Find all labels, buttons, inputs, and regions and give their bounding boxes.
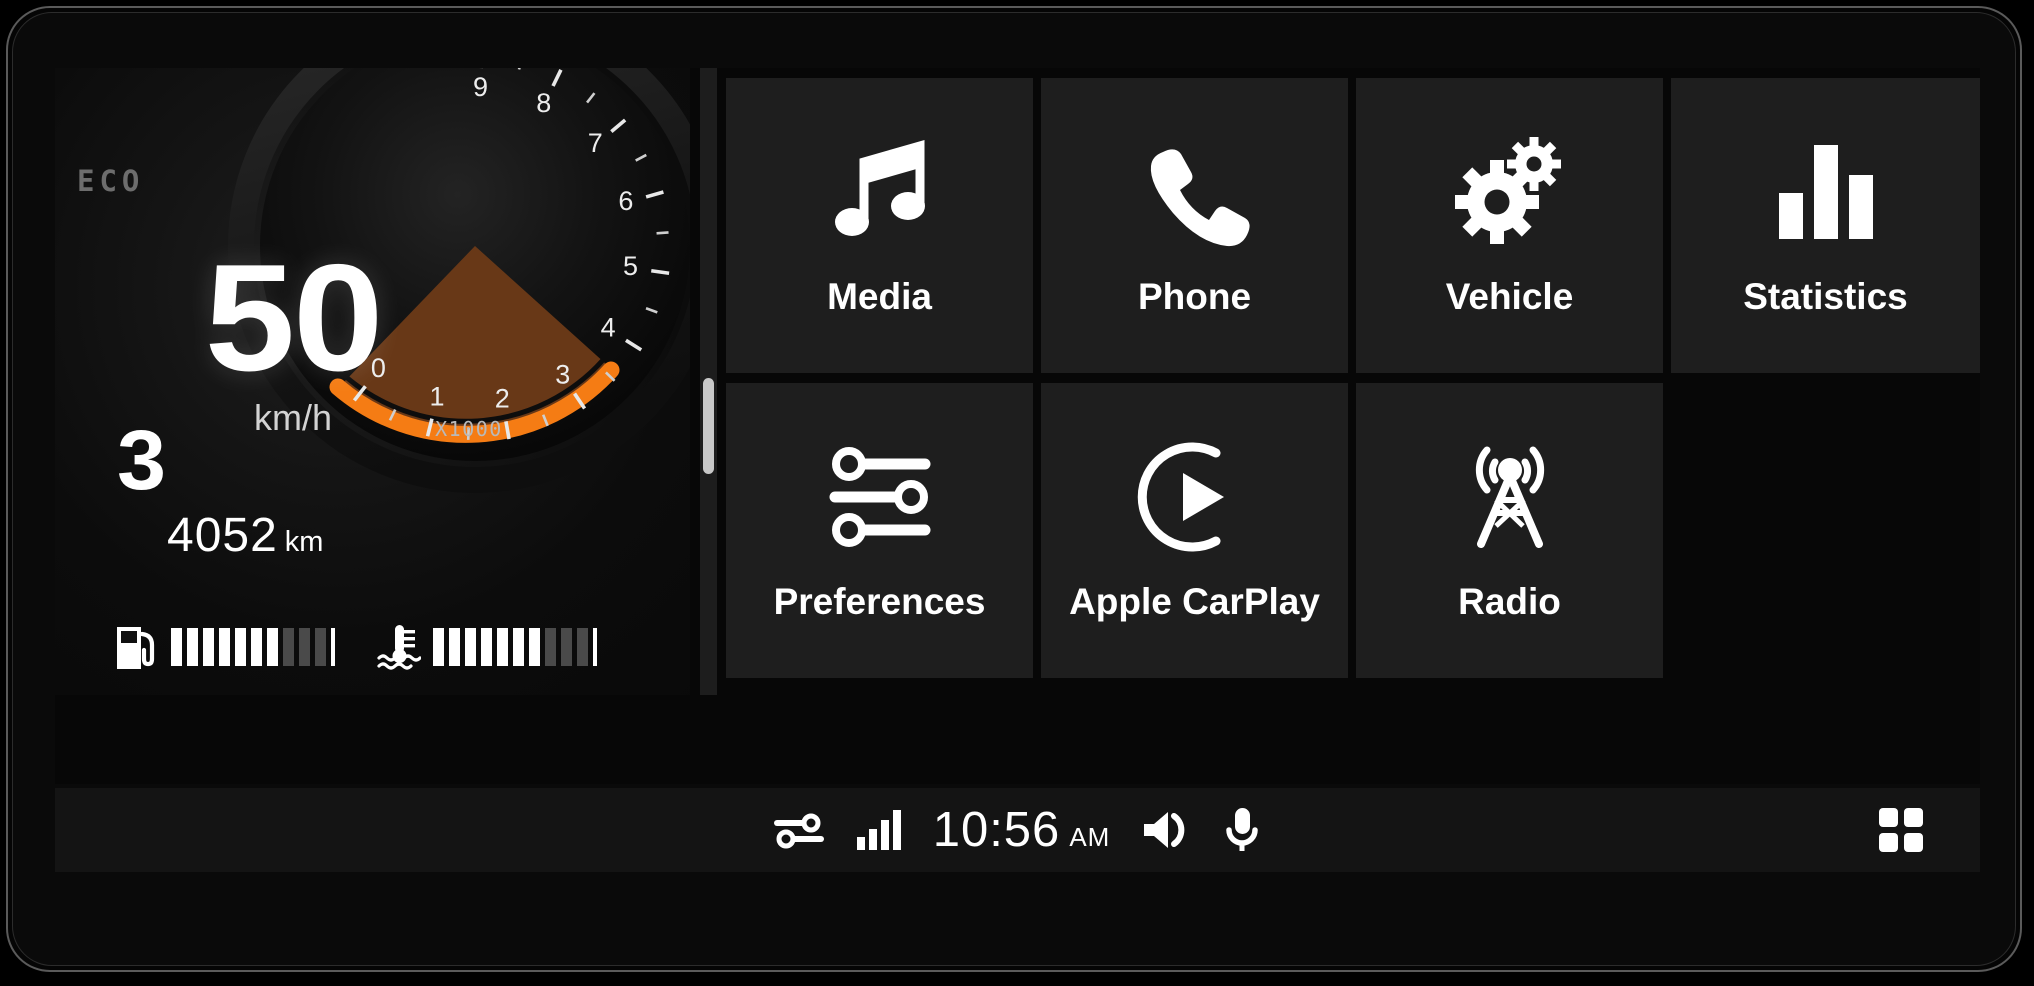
fuel-gauge: [115, 622, 335, 672]
gauge-bar-empty: [561, 628, 572, 666]
gauge-bar-filled: [481, 628, 492, 666]
signal-bars-icon: [855, 808, 903, 852]
gauge-bar-empty: [283, 628, 294, 666]
coolant-temp-icon: [377, 625, 421, 670]
gauge-bar-filled: [219, 628, 230, 666]
gauge-bar-filled: [267, 628, 278, 666]
tile-phone[interactable]: Phone: [1041, 78, 1348, 373]
speed-value: 50: [204, 233, 384, 403]
speed-readout: 50 km/h: [163, 242, 423, 439]
fuel-level-bars: [171, 628, 335, 666]
sliders-icon: [821, 427, 939, 567]
instrument-cluster: 0123456789 X1000 ECO 50 km/h 3 4052 km: [55, 68, 690, 695]
clock-time: 10:56: [932, 803, 1061, 857]
app-grid-icon[interactable]: [1878, 807, 1924, 853]
panel-divider: [690, 68, 726, 695]
gauge-bar-filled: [251, 628, 262, 666]
infotainment-device: 0123456789 X1000 ECO 50 km/h 3 4052 km M…: [0, 0, 2034, 986]
gauge-bar-empty: [299, 628, 310, 666]
carplay-play-icon: [1136, 427, 1254, 567]
gauge-bar-empty: [315, 628, 326, 666]
clock: 10:56 AM: [933, 802, 1111, 858]
eco-indicator: ECO: [77, 164, 145, 198]
gauge-end-tick: [593, 628, 597, 666]
scrollbar-thumb[interactable]: [703, 378, 714, 474]
speaker-volume-icon[interactable]: [1140, 807, 1192, 853]
tile-label: Radio: [1458, 581, 1561, 622]
gear-indicator: 3: [117, 413, 167, 507]
status-bar: 10:56 AM: [55, 788, 1980, 872]
tile-label: Media: [827, 276, 932, 317]
tile-media[interactable]: Media: [726, 78, 1033, 373]
microphone-icon[interactable]: [1222, 805, 1262, 855]
tile-preferences[interactable]: Preferences: [726, 383, 1033, 678]
tile-statistics[interactable]: Statistics: [1671, 78, 1980, 373]
status-bar-right-group: [1878, 788, 1924, 872]
gauge-bar-filled: [465, 628, 476, 666]
odometer-unit: km: [284, 526, 324, 558]
gauge-bar-filled: [203, 628, 214, 666]
status-bar-center-group: 10:56 AM: [55, 788, 1980, 872]
tile-label: Phone: [1137, 276, 1252, 317]
coolant-temp-bars: [433, 628, 597, 666]
radio-tower-icon: [1451, 427, 1569, 567]
fuel-pump-icon: [117, 627, 155, 669]
tile-label: Apple CarPlay: [1069, 581, 1320, 622]
tile-label: Preferences: [773, 581, 986, 622]
tile-label: Statistics: [1743, 276, 1908, 317]
odometer: 4052 km: [167, 508, 323, 563]
gauge-bar-filled: [187, 628, 198, 666]
gauge-end-tick: [331, 628, 335, 666]
gears-icon: [1448, 122, 1572, 262]
settings-sliders-icon[interactable]: [773, 810, 825, 850]
gauge-bar-empty: [577, 628, 588, 666]
gauge-bar-filled: [449, 628, 460, 666]
svg-text:X1000: X1000: [435, 417, 503, 441]
tile-radio[interactable]: Radio: [1356, 383, 1663, 678]
odometer-value: 4052: [167, 509, 278, 562]
gauge-bar-filled: [433, 628, 444, 666]
bar-chart-icon: [1771, 122, 1881, 262]
tile-vehicle[interactable]: Vehicle: [1356, 78, 1663, 373]
gauge-bar-filled: [513, 628, 524, 666]
gauge-bar-filled: [529, 628, 540, 666]
clock-ampm: AM: [1069, 822, 1111, 852]
coolant-temperature-gauge: [377, 622, 597, 672]
tile-label: Vehicle: [1445, 276, 1574, 317]
gauge-bar-filled: [171, 628, 182, 666]
phone-handset-icon: [1135, 122, 1255, 262]
gauge-bar-empty: [545, 628, 556, 666]
music-note-icon: [820, 122, 940, 262]
gauge-bar-filled: [497, 628, 508, 666]
main-screen: 0123456789 X1000 ECO 50 km/h 3 4052 km M…: [55, 68, 1980, 784]
app-tile-grid: Media Phone Vehicle Statistics Preferenc…: [726, 68, 1980, 695]
gauge-bar-filled: [235, 628, 246, 666]
tile-apple-carplay[interactable]: Apple CarPlay: [1041, 383, 1348, 678]
